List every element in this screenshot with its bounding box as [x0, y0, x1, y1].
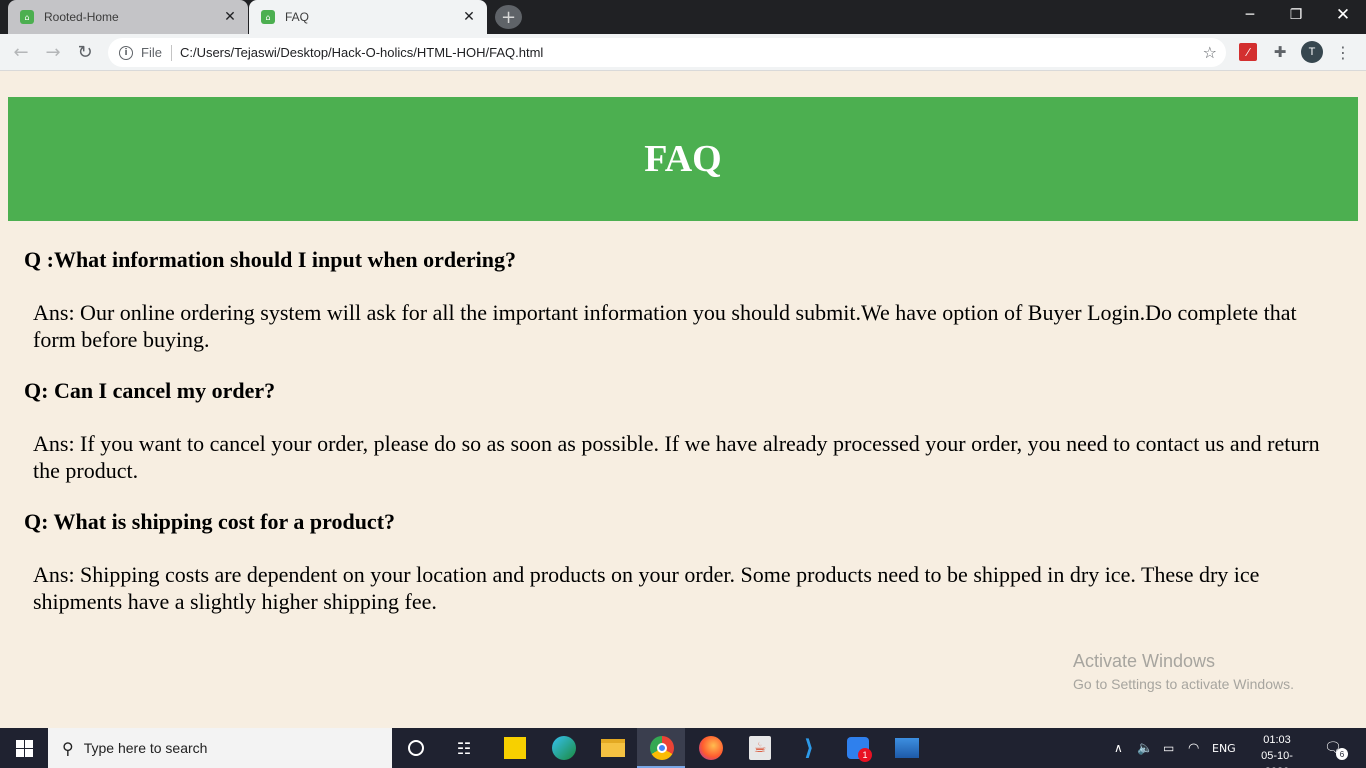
tab-rooted-home[interactable]: ⌂ Rooted-Home ✕: [8, 0, 248, 34]
firefox-icon[interactable]: [697, 734, 725, 762]
page-content: FAQ Q :What information should I input w…: [0, 71, 1366, 728]
edge-icon[interactable]: [550, 734, 578, 762]
search-placeholder: Type here to search: [83, 740, 208, 756]
page-title: FAQ: [644, 138, 722, 180]
forward-button[interactable]: →: [40, 39, 66, 65]
back-button[interactable]: ←: [8, 39, 34, 65]
divider: [170, 44, 172, 61]
reload-button[interactable]: ↻: [72, 39, 98, 65]
close-window-button[interactable]: ✕: [1320, 0, 1366, 30]
faq-item: Q: Can I cancel my order? Ans: If you wa…: [24, 378, 1334, 484]
task-view-icon[interactable]: ☷: [450, 734, 478, 762]
java-icon[interactable]: ☕: [746, 734, 774, 762]
info-icon[interactable]: i: [119, 45, 133, 60]
scheme-label: File: [141, 45, 162, 60]
close-icon[interactable]: ✕: [459, 7, 479, 27]
extensions-puzzle-icon[interactable]: ✚: [1270, 42, 1290, 62]
watermark-subtitle: Go to Settings to activate Windows.: [1073, 676, 1294, 692]
address-bar[interactable]: i File C:/Users/Tejaswi/Desktop/Hack-O-h…: [108, 38, 1226, 67]
clock-time: 01:03: [1263, 734, 1291, 746]
faq-answer: Ans: Shipping costs are dependent on you…: [33, 562, 1260, 614]
tab-faq[interactable]: ⌂ FAQ ✕: [249, 0, 487, 34]
faq-answer: Ans: Our online ordering system will ask…: [33, 300, 1297, 352]
battery-icon[interactable]: ▭: [1163, 728, 1174, 768]
windows-logo-icon: [15, 739, 33, 757]
pdf-extension-icon[interactable]: ⁄: [1239, 43, 1257, 61]
wifi-icon[interactable]: ◠: [1188, 728, 1199, 768]
close-icon[interactable]: ✕: [220, 7, 240, 27]
faq-banner: FAQ: [8, 97, 1358, 221]
faq-item: Q: What is shipping cost for a product? …: [24, 509, 1334, 615]
restore-button[interactable]: ❐: [1273, 0, 1319, 30]
show-hidden-icons-chevron-icon[interactable]: ∧: [1114, 728, 1123, 768]
search-icon: ⚲: [62, 738, 74, 758]
site-favicon-icon: ⌂: [261, 10, 275, 24]
faq-answer: Ans: If you want to cancel your order, p…: [33, 431, 1320, 483]
site-favicon-icon: ⌂: [20, 10, 34, 24]
kebab-menu-icon[interactable]: ⋮: [1333, 42, 1353, 62]
start-button[interactable]: [0, 728, 48, 768]
volume-icon[interactable]: 🔈: [1137, 728, 1153, 768]
action-center-badge: 6: [1336, 748, 1348, 760]
bookmark-star-icon[interactable]: ☆: [1203, 43, 1217, 62]
taskbar-search-box[interactable]: ⚲ Type here to search: [48, 728, 392, 768]
file-explorer-icon[interactable]: [599, 734, 627, 762]
minimize-button[interactable]: ─: [1227, 0, 1273, 30]
clock-date: 05-10-2020: [1261, 750, 1293, 768]
tab-label: FAQ: [285, 10, 310, 24]
system-clock[interactable]: 01:03 05-10-2020: [1250, 732, 1304, 768]
profile-avatar[interactable]: T: [1301, 41, 1323, 63]
windows-taskbar: ⚲ Type here to search ☷ ☕ ⟩ 1 ∧ 🔈 ▭ ◠ EN…: [0, 728, 1366, 768]
watermark-title: Activate Windows: [1073, 651, 1216, 671]
tab-label: Rooted-Home: [44, 10, 119, 24]
browser-tab-strip: ⌂ Rooted-Home ✕ ⌂ FAQ ✕ + ─ ❐ ✕: [0, 0, 1366, 34]
browser-toolbar: ← → ↻ i File C:/Users/Tejaswi/Desktop/Ha…: [0, 34, 1366, 71]
activate-windows-watermark: Activate Windows Go to Settings to activ…: [1073, 651, 1294, 692]
notification-badge: 1: [858, 748, 872, 762]
vscode-icon[interactable]: ⟩: [795, 734, 823, 762]
faq-question: Q: Can I cancel my order?: [24, 378, 276, 403]
faq-item: Q :What information should I input when …: [24, 247, 1334, 353]
faq-question: Q :What information should I input when …: [24, 247, 517, 272]
photos-icon[interactable]: [893, 734, 921, 762]
new-tab-button[interactable]: +: [495, 5, 522, 29]
faq-question: Q: What is shipping cost for a product?: [24, 509, 396, 534]
url-text[interactable]: C:/Users/Tejaswi/Desktop/Hack-O-holics/H…: [180, 45, 543, 60]
sticky-notes-icon[interactable]: [501, 734, 529, 762]
language-indicator[interactable]: ENG: [1212, 728, 1236, 768]
cortana-icon[interactable]: [402, 734, 430, 762]
chrome-icon[interactable]: [648, 734, 676, 762]
